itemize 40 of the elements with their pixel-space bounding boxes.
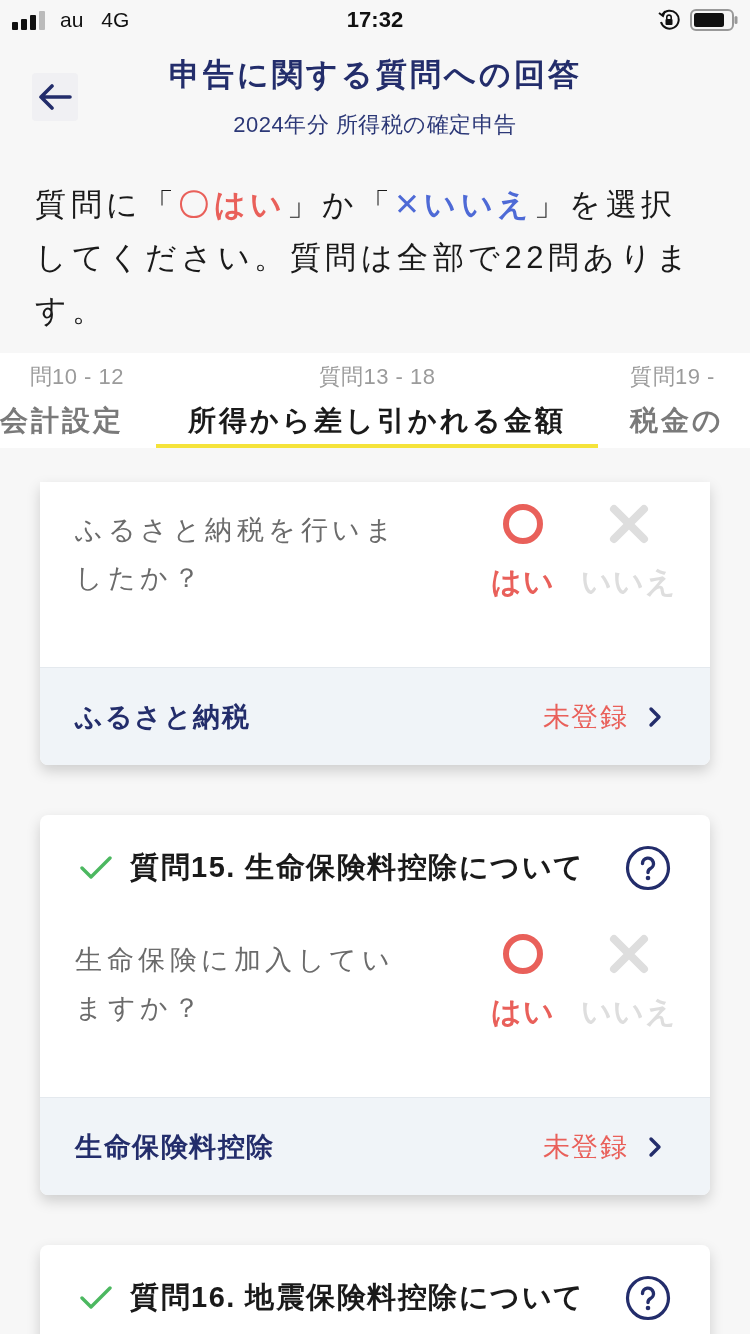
yes-option[interactable]: はい bbox=[491, 506, 555, 602]
battery-icon bbox=[690, 9, 738, 31]
back-button[interactable] bbox=[32, 73, 78, 121]
help-icon[interactable] bbox=[625, 1275, 671, 1321]
tab-range-label: 質問13 - 18 bbox=[318, 363, 436, 391]
deduction-name: ふるさと納税 bbox=[75, 700, 250, 734]
page-title: 申告に関する質問への回答 bbox=[168, 56, 582, 94]
question-text: 生命保険に加入していますか？ bbox=[75, 944, 395, 1025]
deduction-row[interactable]: 生命保険料控除 未登録 bbox=[40, 1097, 710, 1195]
tab-title: 所得から差し引かれる金額 bbox=[188, 404, 566, 438]
chevron-right-icon bbox=[648, 705, 662, 728]
network-type: 4G bbox=[101, 8, 130, 32]
tab-title: 会計設定 bbox=[0, 404, 124, 438]
arrow-left-icon bbox=[38, 84, 72, 110]
cross-icon bbox=[608, 933, 650, 975]
status-text: 未登録 bbox=[542, 700, 628, 734]
tab[interactable]: 質問13 - 18 所得から差し引かれる金額 bbox=[156, 353, 598, 448]
rotation-lock-icon bbox=[658, 9, 680, 31]
help-icon[interactable] bbox=[625, 845, 671, 891]
circle-icon bbox=[502, 503, 544, 545]
yes-option[interactable]: はい bbox=[491, 936, 555, 1032]
tab[interactable]: 問10 - 12 会計設定 bbox=[0, 353, 156, 448]
carrier-name: au bbox=[60, 8, 84, 32]
deduction-name: 生命保険料控除 bbox=[75, 1130, 275, 1164]
tab-title: 税金の bbox=[630, 404, 724, 438]
page-subtitle: 2024年分 所得税の確定申告 bbox=[233, 111, 517, 139]
status-text: 未登録 bbox=[542, 1130, 628, 1164]
tab-range-label: 質問19 - bbox=[630, 363, 715, 391]
circle-icon bbox=[502, 933, 544, 975]
question-title: 質問15. 生命保険料控除について bbox=[130, 850, 585, 885]
cross-icon bbox=[608, 503, 650, 545]
instruction-text: 質問に「〇はい」か「✕いいえ」を選択してください。質問は全部で22問あります。 bbox=[35, 186, 694, 330]
clock-time: 17:32 bbox=[346, 7, 404, 33]
question-text: ふるさと納税を行いましたか？ bbox=[75, 514, 398, 595]
deduction-row[interactable]: ふるさと納税 未登録 bbox=[40, 667, 710, 765]
chevron-right-icon bbox=[648, 1135, 662, 1158]
signal-icon bbox=[12, 10, 46, 30]
tab[interactable]: 質問19 - 税金の bbox=[598, 353, 724, 448]
tab-range-label: 問10 - 12 bbox=[29, 363, 124, 391]
question-title: 質問16. 地震保険料控除について bbox=[130, 1280, 585, 1315]
